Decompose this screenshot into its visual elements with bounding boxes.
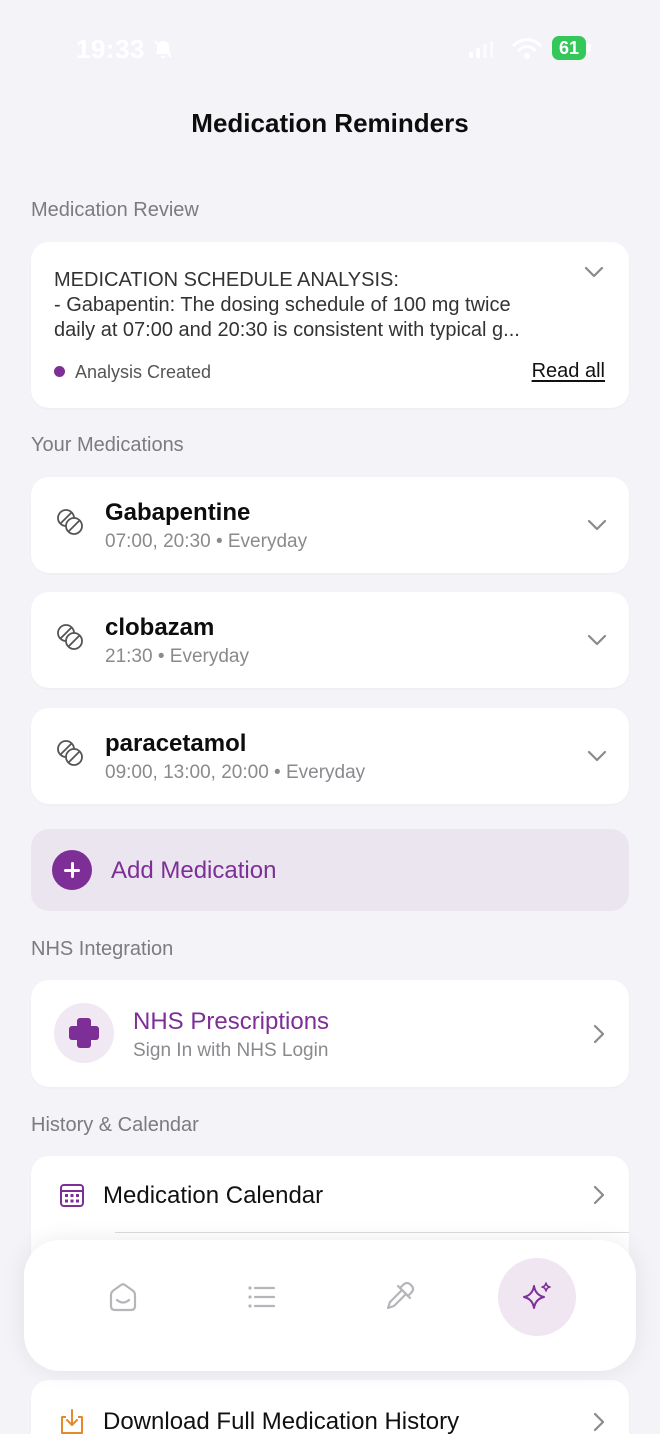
add-medication-label: Add Medication xyxy=(111,857,277,884)
add-medication-button[interactable]: Add Medication xyxy=(31,829,629,911)
section-label-review: Medication Review xyxy=(31,199,199,221)
home-icon xyxy=(109,1283,137,1312)
separator-dot: • xyxy=(215,531,223,552)
divider xyxy=(115,1232,629,1233)
medication-times: 21:30 xyxy=(105,646,153,667)
section-label-medications: Your Medications xyxy=(31,434,184,456)
medication-frequency: Everyday xyxy=(285,762,366,783)
chevron-right-icon xyxy=(593,1024,605,1044)
nhs-subtitle: Sign In with NHS Login xyxy=(133,1040,329,1061)
chevron-down-icon[interactable] xyxy=(587,750,607,762)
cross-bar-vertical xyxy=(77,1018,91,1048)
plus-bar-vertical xyxy=(70,862,74,878)
battery-indicator: 61 xyxy=(552,36,592,60)
separator-dot: • xyxy=(274,762,281,783)
dropper-icon xyxy=(386,1281,415,1310)
download-icon xyxy=(61,1409,83,1434)
review-line-3: daily at 07:00 and 20:30 is consistent w… xyxy=(54,319,520,341)
tab-bar xyxy=(24,1240,636,1371)
medication-schedule: 07:00, 20:30 • Everyday xyxy=(105,531,307,553)
calendar-label: Medication Calendar xyxy=(103,1182,324,1209)
chevron-down-icon[interactable] xyxy=(587,519,607,531)
section-label-history: History & Calendar xyxy=(31,1114,199,1136)
separator-dot: • xyxy=(157,646,165,667)
medication-times: 07:00, 20:30 xyxy=(105,531,211,552)
medication-name: paracetamol xyxy=(105,730,247,757)
pill-icon xyxy=(57,624,83,650)
page-title: Medication Reminders xyxy=(191,108,469,138)
medication-name: Gabapentine xyxy=(105,499,251,526)
chevron-down-icon[interactable] xyxy=(584,266,604,278)
medication-reminders-screen: 19:33 61 Medication Reminders Medication… xyxy=(0,0,660,1434)
sparkle-icon xyxy=(523,1282,551,1309)
review-line-2: - Gabapentin: The dosing schedule of 100… xyxy=(54,294,511,316)
medication-frequency: Everyday xyxy=(227,531,308,552)
signal-icon xyxy=(469,41,493,58)
review-line-1: MEDICATION SCHEDULE ANALYSIS: xyxy=(54,269,399,291)
tab-home[interactable] xyxy=(84,1258,162,1336)
medication-item-paracetamol[interactable]: paracetamol 09:00, 13:00, 20:00 • Everyd… xyxy=(31,708,629,804)
tab-dropper[interactable] xyxy=(360,1258,438,1336)
download-history-item[interactable]: Download Full Medication History xyxy=(31,1380,629,1434)
medication-item-clobazam[interactable]: clobazam 21:30 • Everyday xyxy=(31,592,629,688)
status-time: 19:33 xyxy=(76,34,145,64)
medication-frequency: Everyday xyxy=(169,646,249,667)
analysis-status: Analysis Created xyxy=(75,362,212,382)
review-text: MEDICATION SCHEDULE ANALYSIS: - Gabapent… xyxy=(54,268,574,343)
wifi-icon xyxy=(512,38,542,59)
status-dot xyxy=(54,366,65,377)
download-label: Download Full Medication History xyxy=(103,1408,460,1434)
tab-list[interactable] xyxy=(222,1258,300,1336)
nhs-title: NHS Prescriptions xyxy=(133,1008,330,1035)
pill-icon xyxy=(57,509,83,535)
nhs-cross-icon xyxy=(54,1003,114,1063)
section-label-nhs: NHS Integration xyxy=(31,938,174,960)
calendar-icon xyxy=(60,1184,84,1207)
medication-schedule: 09:00, 13:00, 20:00 • Everyday xyxy=(105,762,365,784)
chevron-down-icon[interactable] xyxy=(587,634,607,646)
read-all-link[interactable]: Read all xyxy=(532,360,605,383)
chevron-right-icon xyxy=(593,1185,605,1205)
nhs-prescriptions-item[interactable]: NHS Prescriptions Sign In with NHS Login xyxy=(31,980,629,1087)
list-icon xyxy=(248,1286,276,1308)
bell-off-icon xyxy=(154,40,172,58)
medication-schedule: 21:30 • Everyday xyxy=(105,646,249,668)
battery-level: 61 xyxy=(558,38,580,58)
status-bar: 19:33 61 xyxy=(0,0,660,96)
medication-item-gabapentine[interactable]: Gabapentine 07:00, 20:30 • Everyday xyxy=(31,477,629,573)
battery-cap xyxy=(587,44,591,52)
medication-review-card[interactable]: MEDICATION SCHEDULE ANALYSIS: - Gabapent… xyxy=(31,242,629,408)
medication-name: clobazam xyxy=(105,614,215,641)
pill-icon xyxy=(57,740,83,766)
chevron-right-icon xyxy=(593,1412,605,1432)
plus-icon xyxy=(52,850,92,890)
tab-ai-assistant[interactable] xyxy=(498,1258,576,1336)
medication-times: 09:00, 13:00, 20:00 xyxy=(105,762,269,783)
